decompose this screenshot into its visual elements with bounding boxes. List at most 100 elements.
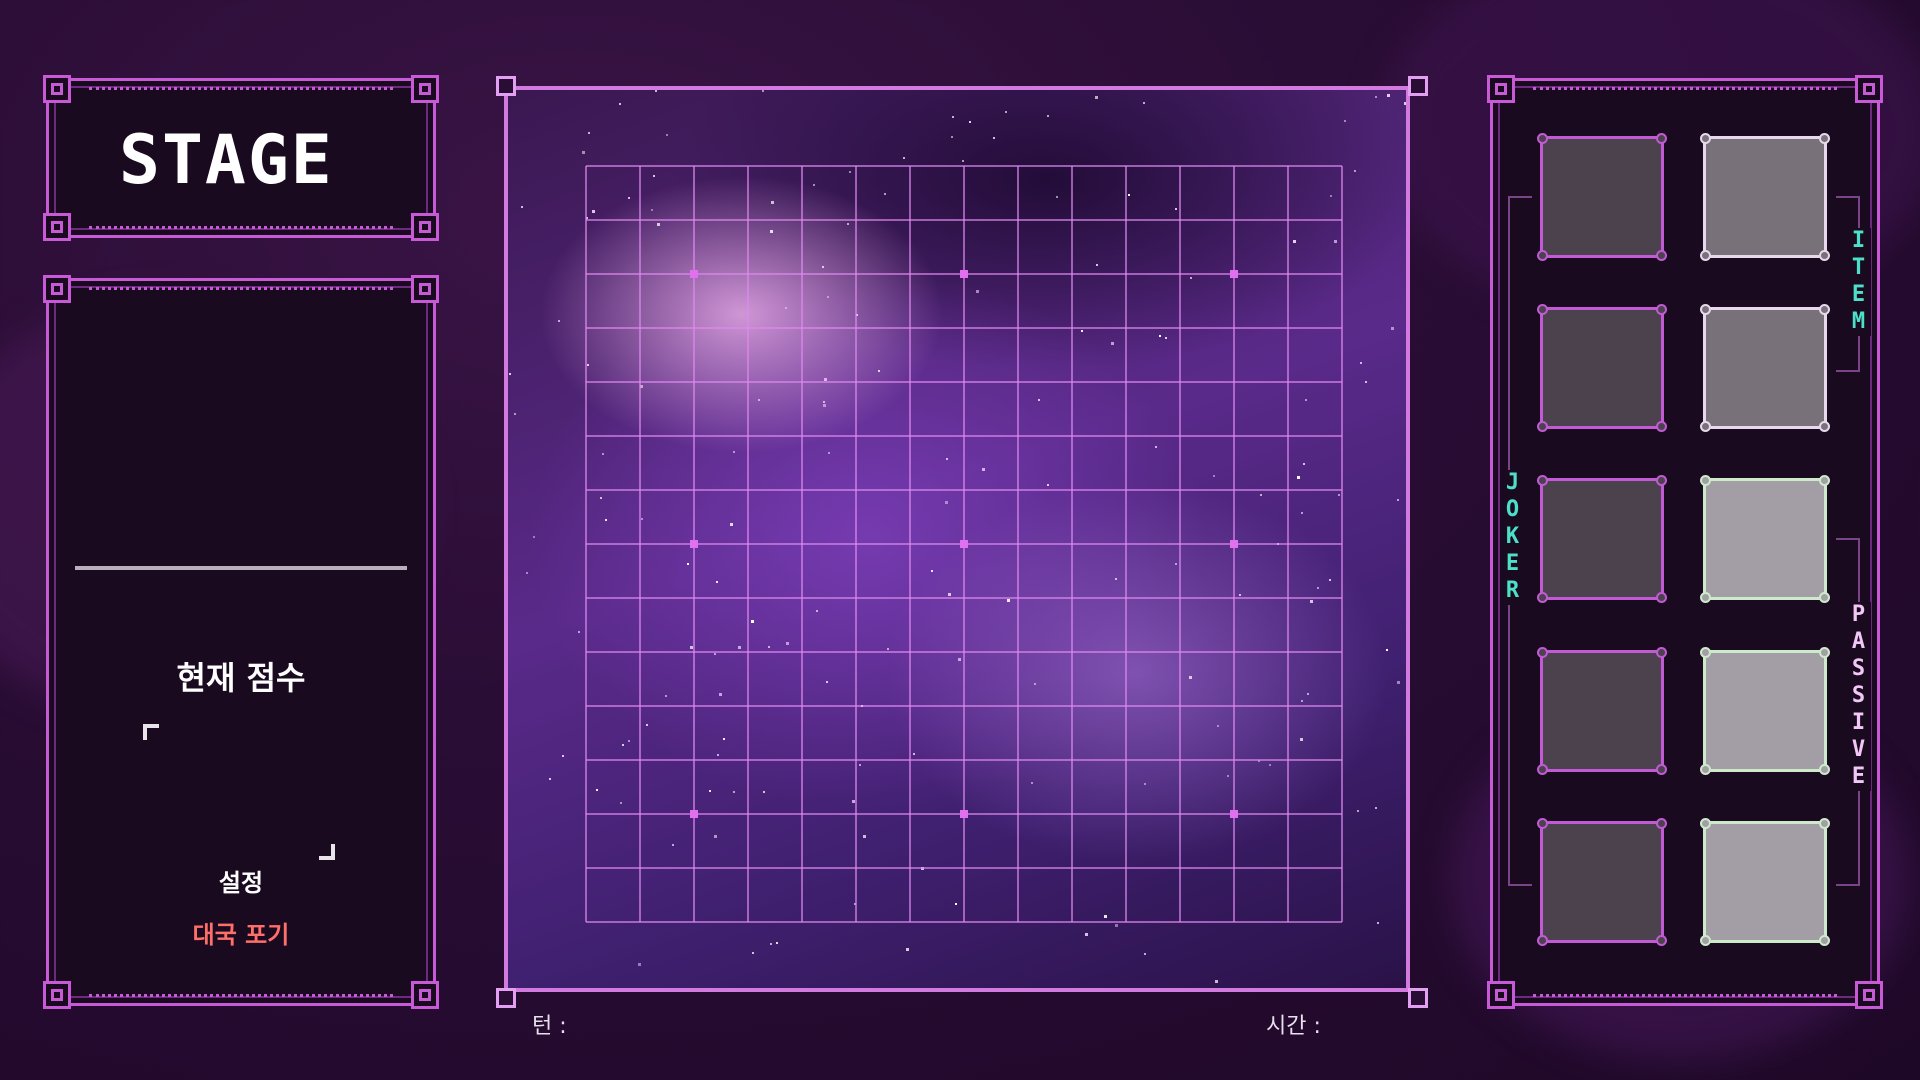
slot-corner-nub [1656, 818, 1667, 829]
slot-passive-1[interactable] [1700, 475, 1830, 603]
star [1128, 194, 1130, 196]
star [733, 791, 735, 793]
star [752, 952, 754, 954]
star [770, 230, 773, 233]
star [1005, 111, 1007, 113]
star [1305, 399, 1307, 401]
star [768, 646, 770, 648]
star [558, 320, 560, 322]
star [1310, 600, 1313, 603]
star [1190, 277, 1192, 279]
slot-corner-nub [1537, 818, 1548, 829]
star [655, 90, 657, 92]
star [1300, 738, 1303, 741]
time-label: 시간 : [1266, 1014, 1321, 1039]
star [709, 790, 711, 792]
star [600, 497, 602, 499]
star [646, 724, 648, 726]
slot-corner-nub [1656, 421, 1667, 432]
star [1404, 102, 1406, 105]
star [1115, 924, 1118, 927]
slot-corner-nub [1537, 935, 1548, 946]
star [638, 963, 641, 966]
star [1081, 330, 1083, 332]
slot-corner-nub [1537, 592, 1548, 603]
star [948, 593, 951, 596]
slot-corner-nub [1537, 475, 1548, 486]
star [605, 519, 607, 521]
star [1360, 362, 1362, 364]
slot-corner-nub [1700, 421, 1711, 432]
slot-joker-4[interactable] [1537, 647, 1667, 775]
star [763, 791, 765, 793]
star [826, 681, 828, 683]
slot-corner-nub [1537, 647, 1548, 658]
slot-corner-nub [1819, 935, 1830, 946]
star [946, 458, 948, 460]
slot-corner-nub [1537, 764, 1548, 775]
slot-corner-nub [1700, 475, 1711, 486]
star [690, 646, 693, 649]
star [582, 151, 585, 154]
game-board[interactable] [504, 86, 1410, 992]
slot-corner-nub [1819, 647, 1830, 658]
star [931, 570, 933, 572]
star [887, 648, 889, 650]
panel-divider [75, 566, 407, 570]
star [1144, 783, 1146, 785]
settings-button[interactable]: 설정 [49, 863, 433, 898]
slot-corner-nub [1700, 647, 1711, 658]
star [1155, 446, 1157, 448]
star [1354, 170, 1356, 172]
star [1397, 681, 1400, 684]
slot-joker-1[interactable] [1537, 133, 1667, 261]
slot-item-1[interactable] [1700, 133, 1830, 261]
star [1301, 512, 1303, 514]
star [1297, 476, 1300, 479]
star [1397, 499, 1399, 501]
star [651, 209, 653, 211]
slot-item-2[interactable] [1700, 304, 1830, 432]
star [672, 844, 674, 846]
slot-corner-nub [1700, 592, 1711, 603]
slot-passive-3[interactable] [1700, 818, 1830, 946]
star [824, 378, 827, 381]
slot-corner-nub [1700, 133, 1711, 144]
star-point [1230, 810, 1238, 818]
star [1189, 676, 1192, 679]
slot-corner-nub [1656, 475, 1667, 486]
star [822, 266, 824, 268]
star [562, 755, 564, 757]
star [852, 800, 855, 803]
star [592, 210, 595, 213]
turn-label: 턴 : [532, 1014, 567, 1039]
star [906, 948, 909, 951]
star [733, 451, 735, 453]
star [1293, 240, 1296, 243]
slot-joker-3[interactable] [1537, 475, 1667, 603]
slot-joker-5[interactable] [1537, 818, 1667, 946]
star [982, 468, 985, 471]
star-point [1230, 540, 1238, 548]
star [1144, 953, 1146, 955]
slot-corner-nub [1700, 250, 1711, 261]
star [1096, 264, 1098, 266]
stage-title: STAGE [119, 121, 334, 200]
star [823, 404, 826, 407]
star [1391, 327, 1394, 330]
slot-passive-2[interactable] [1700, 647, 1830, 775]
star [945, 501, 948, 504]
resign-button[interactable]: 대국 포기 [49, 915, 433, 950]
star [1034, 683, 1036, 685]
star [717, 754, 719, 756]
star [1227, 775, 1229, 777]
star [1387, 94, 1390, 97]
board-grid[interactable] [508, 90, 1406, 988]
star-point [960, 540, 968, 548]
star [723, 738, 725, 740]
star [762, 90, 764, 92]
slot-corner-nub [1819, 421, 1830, 432]
slot-joker-2[interactable] [1537, 304, 1667, 432]
star [1357, 810, 1359, 812]
star [1111, 342, 1114, 345]
